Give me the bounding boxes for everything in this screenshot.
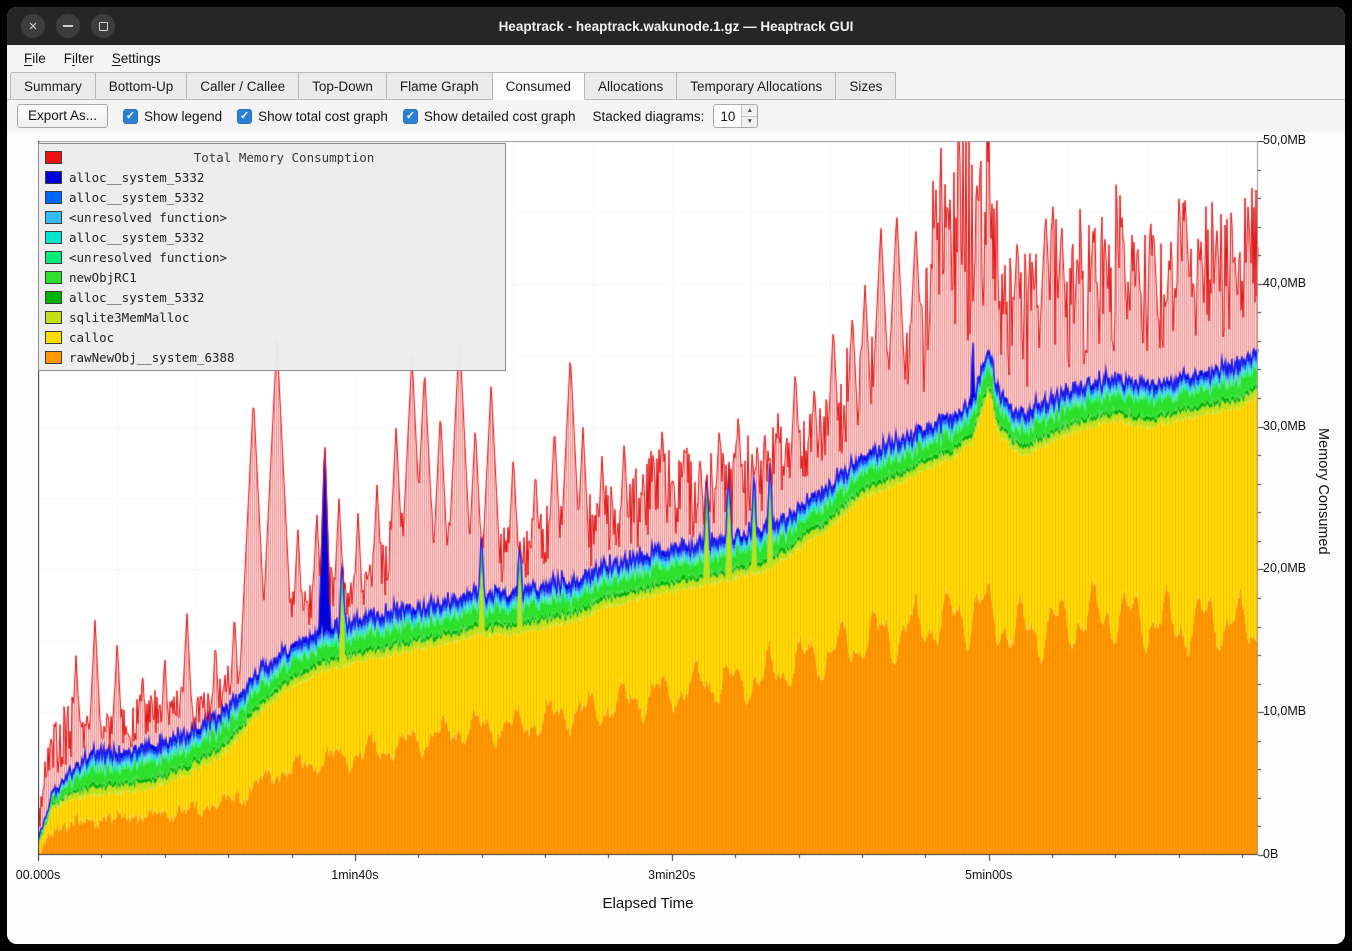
x-axis-label: 5min00s (965, 868, 1012, 882)
menu-filter[interactable]: Filter (55, 45, 103, 71)
legend-item: rawNewObj__system_6388 (43, 347, 501, 367)
legend-item: alloc__system_5332 (43, 167, 501, 187)
stacked-diagrams-label: Stacked diagrams: (593, 109, 705, 124)
legend-label: <unresolved function> (69, 250, 227, 265)
legend-label: <unresolved function> (69, 210, 227, 225)
legend-label: alloc__system_5332 (69, 170, 204, 185)
menu-settings[interactable]: Settings (103, 45, 170, 71)
tab-bottom-up[interactable]: Bottom-Up (96, 72, 188, 100)
legend-swatch (45, 311, 62, 324)
legend-item: <unresolved function> (43, 247, 501, 267)
legend-title-row: Total Memory Consumption (43, 147, 501, 167)
legend-item: alloc__system_5332 (43, 227, 501, 247)
x-axis-label: 3min20s (648, 868, 695, 882)
menubar: FileFilterSettings (7, 45, 1345, 71)
close-button[interactable]: × (21, 14, 45, 38)
y-axis-title: Memory Consumed (1315, 428, 1331, 555)
legend-item: sqlite3MemMalloc (43, 307, 501, 327)
legend-item: calloc (43, 327, 501, 347)
legend-swatch (45, 271, 62, 284)
legend-label: calloc (69, 330, 114, 345)
export-as-button[interactable]: Export As... (17, 104, 108, 128)
checkbox-label: Show legend (144, 109, 222, 124)
x-axis-label: 1min40s (331, 868, 378, 882)
window-controls: × (21, 14, 115, 38)
chart-area: Total Memory Consumption alloc__system_53… (7, 132, 1345, 944)
checkbox-label: Show total cost graph (258, 109, 388, 124)
checkbox-label: Show detailed cost graph (424, 109, 576, 124)
tab-bar: SummaryBottom-UpCaller / CalleeTop-DownF… (7, 71, 1345, 100)
legend-swatch (45, 291, 62, 304)
y-axis-label: 50,0MB (1263, 133, 1306, 147)
legend-swatch (45, 351, 62, 364)
close-icon: × (29, 19, 38, 34)
tab-summary[interactable]: Summary (10, 72, 96, 100)
tab-temporary-allocations[interactable]: Temporary Allocations (677, 72, 836, 100)
spin-up-button[interactable]: ▲ (742, 105, 757, 117)
y-axis-label: 30,0MB (1263, 419, 1306, 433)
legend-item: <unresolved function> (43, 207, 501, 227)
legend-item: alloc__system_5332 (43, 187, 501, 207)
legend-label: alloc__system_5332 (69, 190, 204, 205)
legend-swatch-total (45, 151, 62, 164)
menu-file[interactable]: File (15, 45, 55, 71)
legend-swatch (45, 211, 62, 224)
legend-label: sqlite3MemMalloc (69, 310, 189, 325)
tab-caller-callee[interactable]: Caller / Callee (187, 72, 299, 100)
x-axis-label: 00.000s (16, 868, 60, 882)
x-axis-title: Elapsed Time (603, 895, 694, 912)
y-axis-label: 10,0MB (1263, 704, 1306, 718)
checkbox-check-icon: ✓ (237, 109, 252, 124)
app-window: × Heaptrack - heaptrack.wakunode.1.gz — … (7, 7, 1345, 944)
legend-item: alloc__system_5332 (43, 287, 501, 307)
legend-item: newObjRC1 (43, 267, 501, 287)
legend-swatch (45, 251, 62, 264)
maximize-icon (99, 22, 108, 31)
checkbox-show-total-cost-graph[interactable]: ✓ Show total cost graph (237, 109, 388, 124)
legend-label: rawNewObj__system_6388 (69, 350, 235, 365)
checkbox-show-detailed-cost-graph[interactable]: ✓ Show detailed cost graph (403, 109, 576, 124)
checkbox-check-icon: ✓ (403, 109, 418, 124)
legend-title: Total Memory Consumption (69, 150, 499, 165)
toolbar-checkboxes: ✓ Show legend ✓ Show total cost graph ✓ Show … (123, 109, 576, 124)
minimize-icon (63, 25, 73, 27)
tab-flame-graph[interactable]: Flame Graph (387, 72, 493, 100)
legend-swatch (45, 331, 62, 344)
legend-swatch (45, 191, 62, 204)
titlebar: × Heaptrack - heaptrack.wakunode.1.gz — … (7, 7, 1345, 45)
y-axis-label: 40,0MB (1263, 276, 1306, 290)
toolbar: Export As... ✓ Show legend ✓ Show total cos… (7, 100, 1345, 132)
spin-down-button[interactable]: ▼ (742, 117, 757, 128)
tab-top-down[interactable]: Top-Down (299, 72, 387, 100)
tab-allocations[interactable]: Allocations (585, 72, 677, 100)
window-title: Heaptrack - heaptrack.wakunode.1.gz — He… (7, 19, 1345, 34)
legend-label: alloc__system_5332 (69, 230, 204, 245)
legend-label: newObjRC1 (69, 270, 137, 285)
y-axis-label: 0B (1263, 847, 1278, 861)
legend-swatch (45, 171, 62, 184)
tab-consumed[interactable]: Consumed (493, 72, 585, 100)
maximize-button[interactable] (91, 14, 115, 38)
y-axis-label: 20,0MB (1263, 561, 1306, 575)
chart-legend: Total Memory Consumption alloc__system_53… (38, 143, 506, 371)
tab-sizes[interactable]: Sizes (836, 72, 896, 100)
checkbox-show-legend[interactable]: ✓ Show legend (123, 109, 222, 124)
spinbox-buttons: ▲ ▼ (741, 105, 757, 127)
spinbox-value: 10 (714, 105, 741, 127)
minimize-button[interactable] (56, 14, 80, 38)
legend-label: alloc__system_5332 (69, 290, 204, 305)
legend-swatch (45, 231, 62, 244)
checkbox-check-icon: ✓ (123, 109, 138, 124)
stacked-diagrams-spinbox[interactable]: 10 ▲ ▼ (713, 104, 758, 128)
